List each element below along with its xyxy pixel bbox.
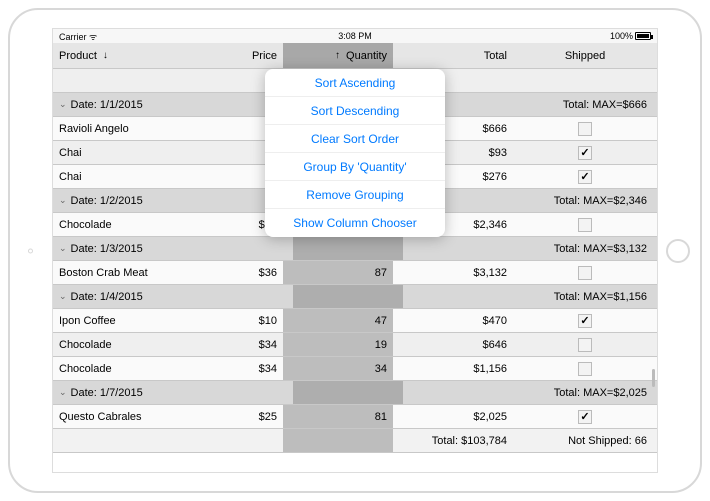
sort-desc-icon: ↓ <box>103 50 108 61</box>
footer-row: Total: $103,784 Not Shipped: 66 <box>53 429 657 453</box>
tablet-frame: Carrier ᯤ 3:08 PM 100% Product↓ Price ↑Q… <box>8 8 702 493</box>
camera-dot <box>28 248 33 253</box>
cell-price: $10 <box>193 309 283 332</box>
cell-quantity: 81 <box>283 405 393 428</box>
header-row: Product↓ Price ↑Quantity Total Shipped <box>53 43 657 69</box>
shipped-checkbox[interactable] <box>578 218 592 232</box>
col-header-price[interactable]: Price <box>193 43 283 68</box>
table-row[interactable]: Chocolade$3419$646 <box>53 333 657 357</box>
shipped-checkbox[interactable] <box>578 122 592 136</box>
cell-shipped: ✓ <box>513 141 657 164</box>
chevron-down-icon: ⌄ <box>59 195 67 206</box>
cell-product: Ravioli Angelo <box>53 117 193 140</box>
cell-total: $470 <box>393 309 513 332</box>
group-summary: Total: MAX=$2,346 <box>548 189 657 212</box>
cell-product: Boston Crab Meat <box>53 261 193 284</box>
cell-shipped: ✓ <box>513 309 657 332</box>
wifi-icon: ᯤ <box>89 32 97 42</box>
col-header-quantity[interactable]: ↑Quantity <box>283 43 393 68</box>
cell-quantity: 87 <box>283 261 393 284</box>
shipped-checkbox[interactable]: ✓ <box>578 146 592 160</box>
table-row[interactable]: Questo Cabrales$2581$2,025 ✓ <box>53 405 657 429</box>
group-date: Date: 1/7/2015 <box>71 387 143 399</box>
battery-label: 100% <box>610 31 633 41</box>
cell-product: Chocolade <box>53 213 193 236</box>
group-date: Date: 1/3/2015 <box>71 243 143 255</box>
chevron-down-icon: ⌄ <box>59 99 67 110</box>
status-bar: Carrier ᯤ 3:08 PM 100% <box>53 29 657 43</box>
col-header-product[interactable]: Product↓ <box>53 43 193 68</box>
group-date: Date: 1/2/2015 <box>71 195 143 207</box>
group-summary: Total: MAX=$666 <box>557 93 657 116</box>
table-row[interactable]: Chocolade$3434$1,156 <box>53 357 657 381</box>
scrollbar-thumb[interactable] <box>652 369 655 387</box>
cell-product: Chai <box>53 141 193 164</box>
cell-product: Chai <box>53 165 193 188</box>
cell-product: Questo Cabrales <box>53 405 193 428</box>
cell-quantity: 47 <box>283 309 393 332</box>
cell-shipped <box>513 357 657 380</box>
cell-quantity: 34 <box>283 357 393 380</box>
cell-quantity: 19 <box>283 333 393 356</box>
cell-shipped: ✓ <box>513 165 657 188</box>
cell-price: $34 <box>193 357 283 380</box>
group-row[interactable]: ⌄ Date: 1/3/2015 Total: MAX=$3,132 <box>53 237 657 261</box>
menu-column-chooser[interactable]: Show Column Chooser <box>265 209 445 237</box>
cell-price: $36 <box>193 261 283 284</box>
menu-clear-sort[interactable]: Clear Sort Order <box>265 125 445 153</box>
chevron-down-icon: ⌄ <box>59 291 67 302</box>
shipped-checkbox[interactable] <box>578 362 592 376</box>
cell-shipped <box>513 261 657 284</box>
shipped-checkbox[interactable] <box>578 338 592 352</box>
menu-group-by-quantity[interactable]: Group By 'Quantity' <box>265 153 445 181</box>
group-row[interactable]: ⌄ Date: 1/7/2015 Total: MAX=$2,025 <box>53 381 657 405</box>
footer-total: Total: $103,784 <box>393 429 513 452</box>
carrier-label: Carrier ᯤ <box>59 30 97 43</box>
cell-shipped: ✓ <box>513 405 657 428</box>
table-row[interactable]: Boston Crab Meat$3687$3,132 <box>53 261 657 285</box>
shipped-checkbox[interactable] <box>578 266 592 280</box>
group-summary: Total: MAX=$1,156 <box>548 285 657 308</box>
group-date: Date: 1/4/2015 <box>71 291 143 303</box>
cell-product: Chocolade <box>53 333 193 356</box>
menu-sort-descending[interactable]: Sort Descending <box>265 97 445 125</box>
cell-shipped <box>513 333 657 356</box>
clock: 3:08 PM <box>338 31 372 41</box>
menu-remove-grouping[interactable]: Remove Grouping <box>265 181 445 209</box>
shipped-checkbox[interactable]: ✓ <box>578 410 592 424</box>
group-summary: Total: MAX=$3,132 <box>548 237 657 260</box>
shipped-checkbox[interactable]: ✓ <box>578 314 592 328</box>
cell-price: $25 <box>193 405 283 428</box>
cell-total: $646 <box>393 333 513 356</box>
cell-product: Ipon Coffee <box>53 309 193 332</box>
cell-total: $3,132 <box>393 261 513 284</box>
group-row[interactable]: ⌄ Date: 1/4/2015 Total: MAX=$1,156 <box>53 285 657 309</box>
cell-price: $34 <box>193 333 283 356</box>
cell-product: Chocolade <box>53 357 193 380</box>
cell-shipped <box>513 213 657 236</box>
shipped-checkbox[interactable]: ✓ <box>578 170 592 184</box>
cell-total: $2,025 <box>393 405 513 428</box>
battery-icon <box>635 32 651 40</box>
screen: Carrier ᯤ 3:08 PM 100% Product↓ Price ↑Q… <box>52 28 658 473</box>
sort-asc-icon: ↑ <box>335 50 340 61</box>
table-row[interactable]: Ipon Coffee$1047$470 ✓ <box>53 309 657 333</box>
home-button[interactable] <box>666 239 690 263</box>
column-context-menu: Sort Ascending Sort Descending Clear Sor… <box>265 69 445 237</box>
cell-total: $1,156 <box>393 357 513 380</box>
menu-sort-ascending[interactable]: Sort Ascending <box>265 69 445 97</box>
footer-not-shipped: Not Shipped: 66 <box>513 429 657 452</box>
col-header-shipped[interactable]: Shipped <box>513 43 657 68</box>
chevron-down-icon: ⌄ <box>59 243 67 254</box>
chevron-down-icon: ⌄ <box>59 387 67 398</box>
cell-shipped <box>513 117 657 140</box>
group-date: Date: 1/1/2015 <box>71 99 143 111</box>
group-summary: Total: MAX=$2,025 <box>548 381 657 404</box>
col-header-total[interactable]: Total <box>393 43 513 68</box>
battery-indicator: 100% <box>610 31 651 41</box>
